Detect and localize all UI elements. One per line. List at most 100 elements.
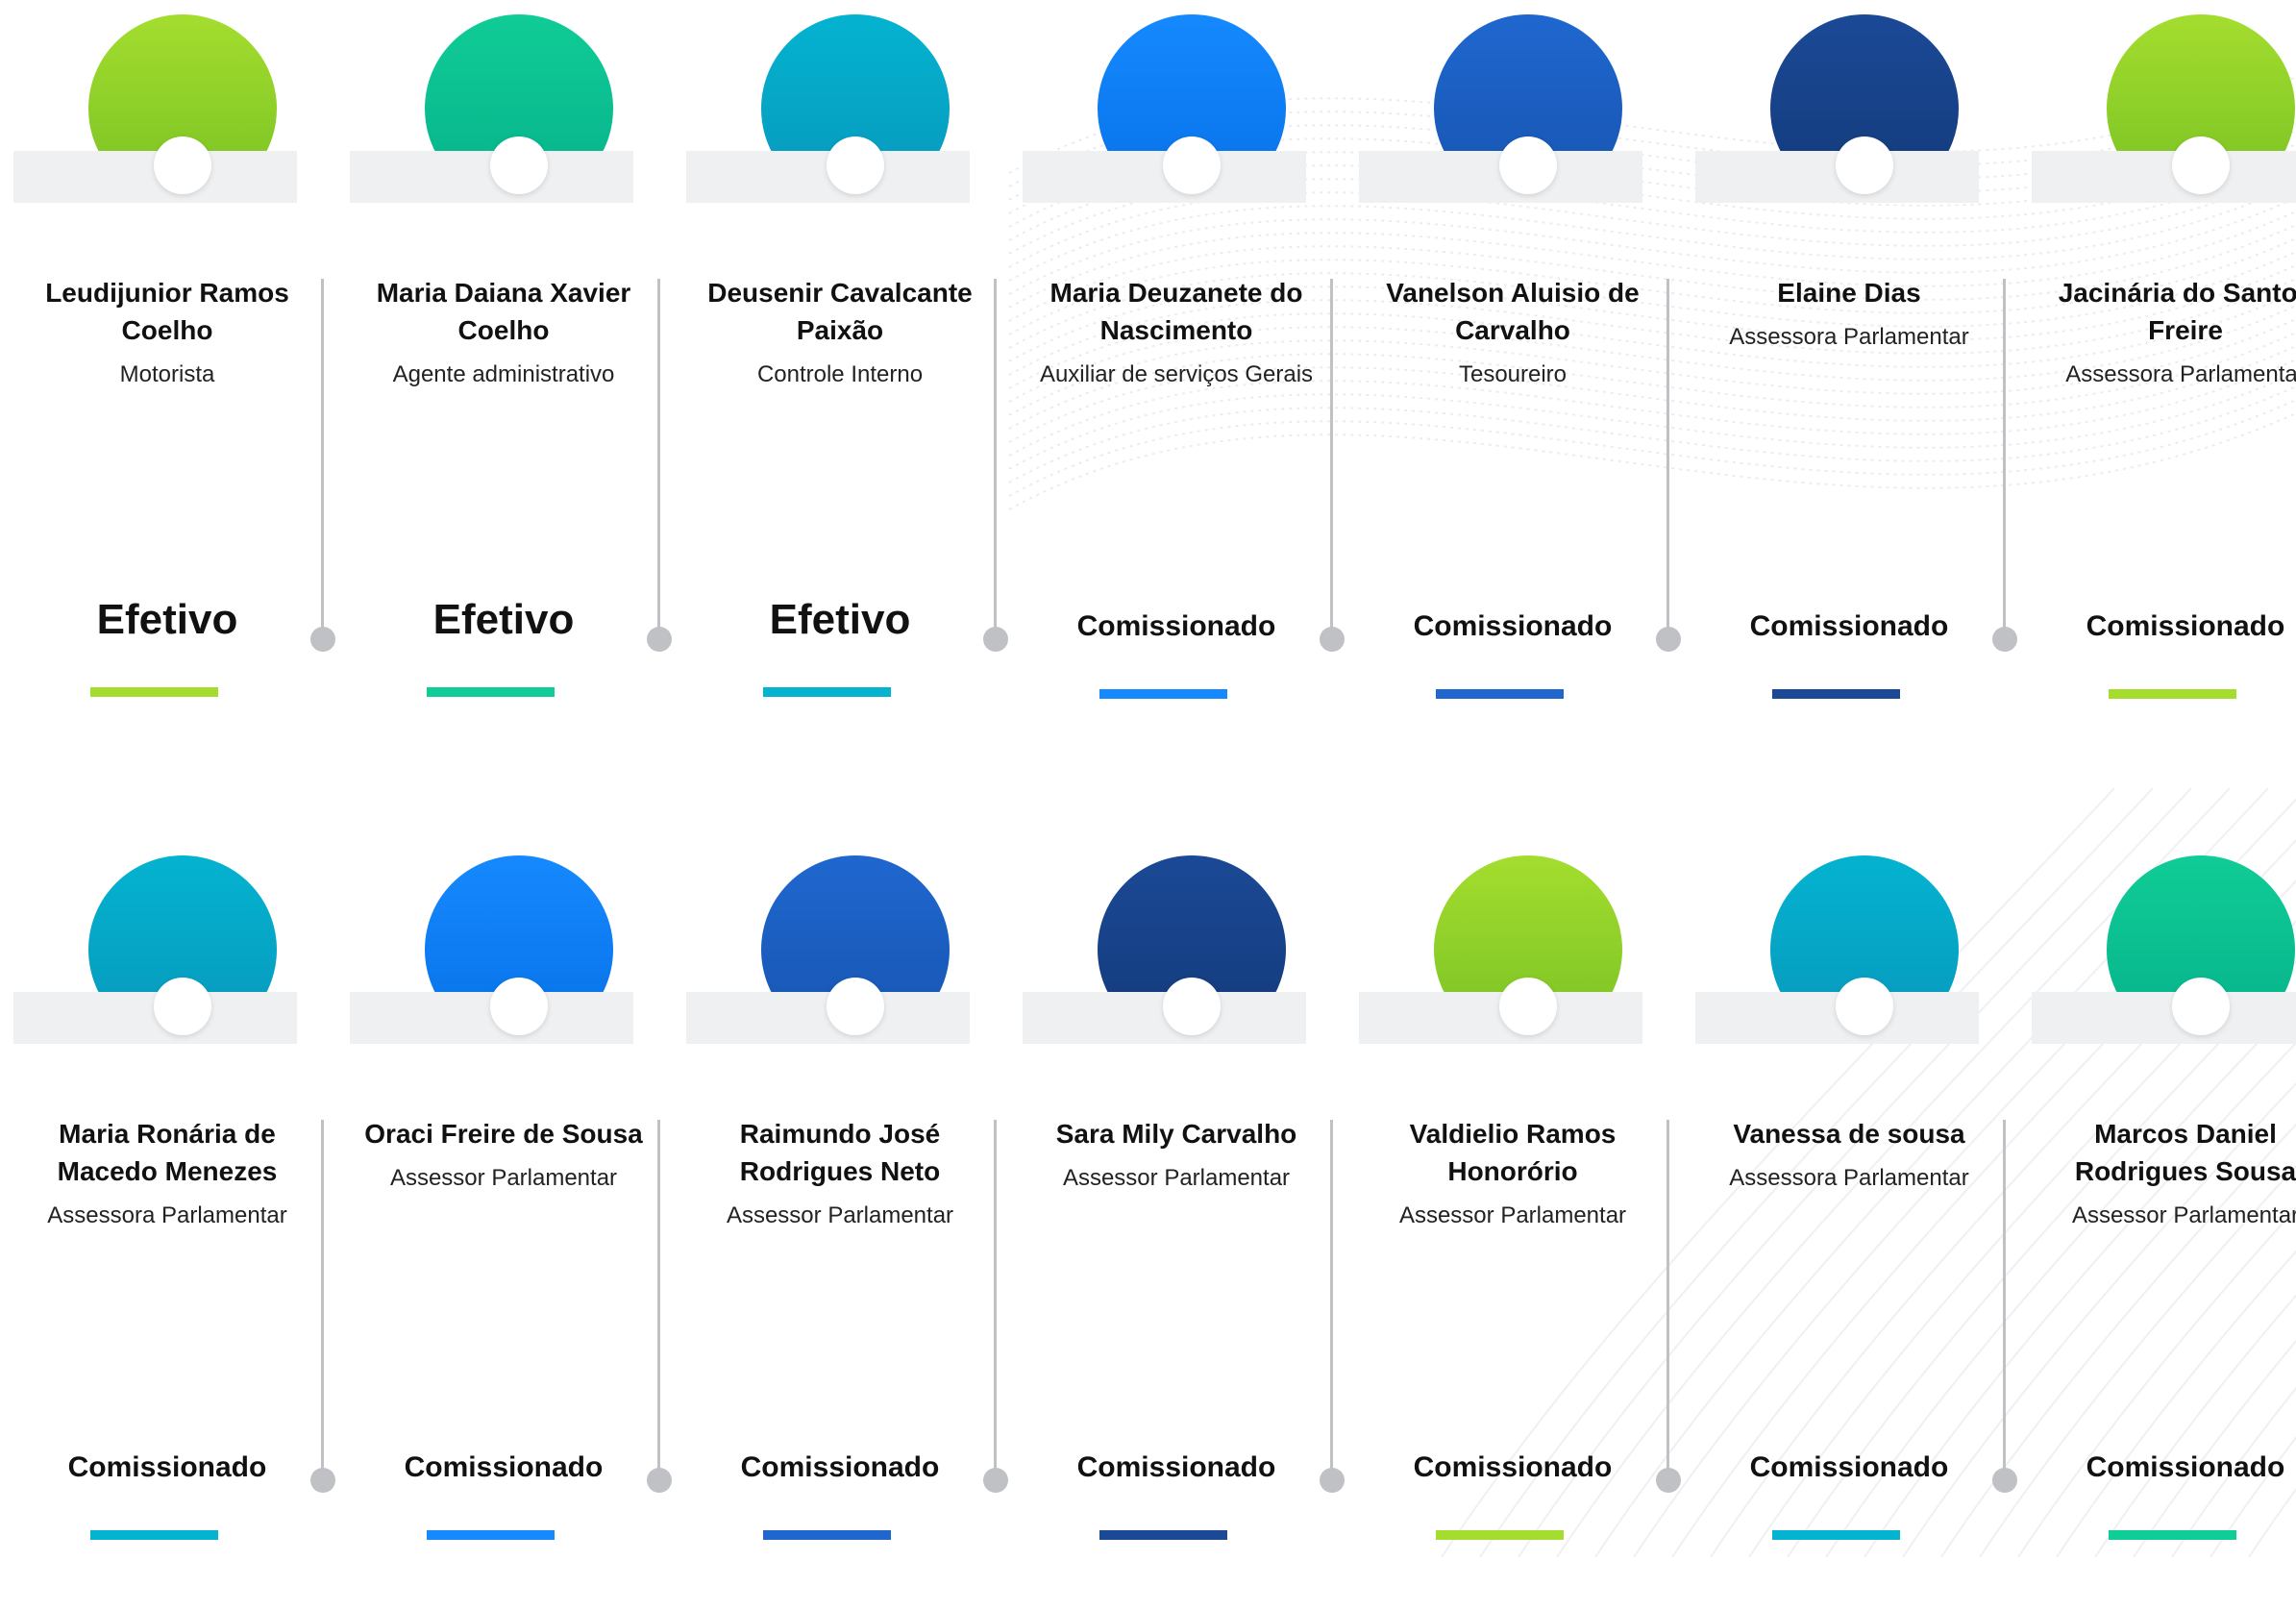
- staff-card: Marcos Daniel Rodrigues Sousa Assessor Pa…: [2032, 841, 2296, 1610]
- staff-card: Maria Ronária de Macedo Menezes Assessora…: [13, 841, 350, 1610]
- status-bar: [2109, 689, 2236, 699]
- status-bar: [1772, 689, 1900, 699]
- status-label: Efetivo: [432, 596, 575, 643]
- connector-line: [1666, 279, 1669, 634]
- status-bar: [1099, 689, 1227, 699]
- staff-card: Sara Mily Carvalho Assessor Parlamentar Co…: [1023, 841, 1359, 1610]
- status-label: Comissionado: [1076, 610, 1276, 642]
- staff-name: Leudijunior Ramos Coelho: [45, 278, 289, 345]
- avatar-dot: [2172, 136, 2230, 194]
- status-label: Comissionado: [2086, 1451, 2285, 1483]
- status-bar: [763, 1530, 891, 1540]
- connector-dot: [310, 627, 335, 652]
- staff-name: Maria Daiana Xavier Coelho: [376, 278, 631, 345]
- status-bar: [763, 687, 891, 697]
- staff-name: Maria Ronária de Macedo Menezes: [57, 1119, 278, 1186]
- connector-dot: [983, 1468, 1008, 1493]
- staff-name: Valdielio Ramos Honorório: [1409, 1119, 1617, 1186]
- avatar-dot: [827, 978, 884, 1035]
- connector-line: [2003, 1120, 2006, 1475]
- status-label: Efetivo: [96, 596, 238, 643]
- avatar-dot: [154, 136, 211, 194]
- connector-dot: [1992, 627, 2017, 652]
- staff-role: Assessor Parlamentar: [1398, 1202, 1627, 1228]
- status-label: Comissionado: [404, 1451, 604, 1483]
- staff-role: Assessora Parlamentar: [1729, 324, 1969, 350]
- avatar-dot: [490, 978, 548, 1035]
- staff-card: Leudijunior Ramos Coelho Motorista Efetivo: [13, 0, 350, 769]
- avatar-dot: [1836, 978, 1893, 1035]
- status-bar: [427, 1530, 555, 1540]
- staff-role: Assessor Parlamentar: [389, 1165, 618, 1191]
- staff-role: Assessor Parlamentar: [2071, 1202, 2296, 1228]
- staff-card: Valdielio Ramos Honorório Assessor Parlam…: [1359, 841, 1695, 1610]
- status-label: Comissionado: [740, 1451, 940, 1483]
- status-label: Comissionado: [1749, 610, 1949, 642]
- connector-dot: [310, 1468, 335, 1493]
- avatar-pedestal: [2032, 151, 2296, 203]
- status-label: Comissionado: [2086, 610, 2285, 642]
- status-bar: [1436, 1530, 1564, 1540]
- status-label: Comissionado: [1749, 1451, 1949, 1483]
- avatar-pedestal: [2032, 992, 2296, 1044]
- staff-card: Elaine Dias Assessora Parlamentar Comissio…: [1695, 0, 2032, 769]
- staff-name: Oraci Freire de Sousa: [364, 1119, 643, 1149]
- connector-dot: [1992, 1468, 2017, 1493]
- staff-role: Assessor Parlamentar: [1062, 1165, 1291, 1191]
- connector-dot: [1656, 627, 1681, 652]
- staff-card: Jacinária do Santos Freire Assessora Parl…: [2032, 0, 2296, 769]
- staff-card: Raimundo José Rodrigues Neto Assessor Par…: [686, 841, 1023, 1610]
- status-bar: [90, 687, 218, 697]
- staff-name: Sara Mily Carvalho: [1055, 1119, 1297, 1149]
- staff-role: Motorista: [119, 361, 215, 387]
- avatar-dot: [1499, 978, 1557, 1035]
- connector-dot: [647, 627, 672, 652]
- avatar-dot: [490, 136, 548, 194]
- connector-line: [994, 1120, 997, 1475]
- avatar-dot: [2172, 978, 2230, 1035]
- staff-card: Maria Daiana Xavier Coelho Agente adminis…: [350, 0, 686, 769]
- status-bar: [1099, 1530, 1227, 1540]
- avatar-dot: [1163, 136, 1221, 194]
- staff-card: Vanelson Aluisio de Carvalho Tesoureiro Co…: [1359, 0, 1695, 769]
- staff-role: Assessora Parlamentar: [2065, 361, 2296, 387]
- avatar-dot: [154, 978, 211, 1035]
- status-label: Comissionado: [1413, 610, 1613, 642]
- status-label: Comissionado: [1413, 1451, 1613, 1483]
- connector-dot: [1320, 627, 1345, 652]
- staff-grid: Leudijunior Ramos Coelho Motorista Efetivo…: [0, 0, 2296, 1557]
- staff-role: Assessora Parlamentar: [47, 1202, 287, 1228]
- staff-role: Auxiliar de serviços Gerais: [1039, 361, 1314, 387]
- avatar-dot: [827, 136, 884, 194]
- status-bar: [1772, 1530, 1900, 1540]
- staff-card: Deusenir Cavalcante Paixão Controle Inter…: [686, 0, 1023, 769]
- connector-line: [2003, 279, 2006, 634]
- staff-role: Assessora Parlamentar: [1729, 1165, 1969, 1191]
- connector-line: [321, 279, 324, 634]
- connector-dot: [1656, 1468, 1681, 1493]
- connector-line: [321, 1120, 324, 1475]
- avatar-dot: [1163, 978, 1221, 1035]
- connector-line: [1666, 1120, 1669, 1475]
- status-bar: [90, 1530, 218, 1540]
- staff-name: Elaine Dias: [1777, 278, 1921, 308]
- connector-dot: [983, 627, 1008, 652]
- staff-name: Marcos Daniel Rodrigues Sousa: [2074, 1119, 2296, 1186]
- staff-name: Raimundo José Rodrigues Neto: [739, 1119, 941, 1186]
- status-bar: [427, 687, 555, 697]
- status-bar: [2109, 1530, 2236, 1540]
- staff-card: Maria Deuzanete do Nascimento Auxiliar de…: [1023, 0, 1359, 769]
- avatar-dot: [1836, 136, 1893, 194]
- connector-line: [1330, 1120, 1333, 1475]
- connector-line: [657, 1120, 660, 1475]
- status-label: Comissionado: [67, 1451, 267, 1483]
- staff-name: Vanelson Aluisio de Carvalho: [1386, 278, 1640, 345]
- status-bar: [1436, 689, 1564, 699]
- staff-role: Controle Interno: [756, 361, 924, 387]
- status-label: Comissionado: [1076, 1451, 1276, 1483]
- status-label: Efetivo: [769, 596, 911, 643]
- connector-dot: [647, 1468, 672, 1493]
- staff-name: Vanessa de sousa: [1733, 1119, 1965, 1149]
- staff-name: Deusenir Cavalcante Paixão: [707, 278, 973, 345]
- staff-role: Assessor Parlamentar: [726, 1202, 954, 1228]
